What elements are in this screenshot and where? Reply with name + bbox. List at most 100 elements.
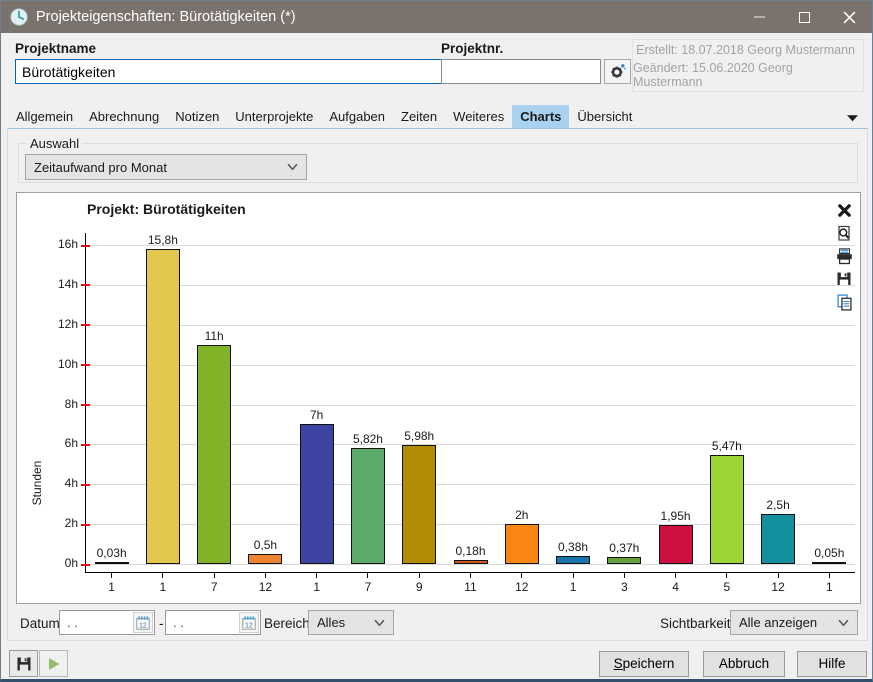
x-axis-tick: [624, 573, 625, 578]
app-clock-icon: [10, 8, 28, 26]
titlebar: Projekteigenschaften: Bürotätigkeiten (*…: [1, 1, 872, 33]
y-axis-label: 4h: [38, 476, 78, 490]
x-axis-label: 12: [502, 580, 542, 594]
x-axis-label: 5: [707, 580, 747, 594]
quick-save-button[interactable]: [9, 650, 38, 677]
speichern-button[interactable]: Speichern: [599, 651, 689, 677]
x-axis-label: 1: [143, 580, 183, 594]
y-axis-tick: [81, 364, 90, 366]
tab-unterprojekte[interactable]: Unterprojekte: [227, 105, 321, 128]
x-axis-label: 1: [553, 580, 593, 594]
tab-aufgaben[interactable]: Aufgaben: [321, 105, 393, 128]
y-axis-tick: [81, 324, 90, 326]
tab-charts[interactable]: Charts: [512, 105, 569, 128]
date-to-picker-button[interactable]: 12: [239, 612, 259, 633]
sichtbarkeit-select[interactable]: Alle anzeigen: [730, 610, 858, 635]
y-axis-label: 6h: [38, 436, 78, 450]
auswahl-legend: Auswahl: [27, 136, 82, 151]
tab-notizen[interactable]: Notizen: [167, 105, 227, 128]
minimize-button[interactable]: [737, 1, 782, 33]
bar-value-label: 11h: [186, 329, 242, 343]
svg-text:12: 12: [139, 622, 147, 629]
bar-value-label: 0,37h: [596, 541, 652, 555]
date-to-placeholder: . .: [173, 615, 184, 630]
bar-month-1-0: [95, 562, 129, 564]
date-from-input[interactable]: . . 12: [59, 610, 155, 635]
hilfe-button[interactable]: Hilfe: [797, 651, 867, 677]
sichtbarkeit-label: Sichtbarkeit: [660, 616, 731, 631]
bereich-label: Bereich: [264, 616, 310, 631]
y-axis-label: 0h: [38, 556, 78, 570]
bar-month-12-3: [248, 554, 282, 564]
x-axis-label: 11: [451, 580, 491, 594]
calendar-icon: 12: [242, 616, 256, 630]
tab-bar: AllgemeinAbrechnungNotizenUnterprojekteA…: [8, 105, 640, 128]
bar-month-7-5: [351, 448, 385, 564]
project-properties-dialog: Projekteigenschaften: Bürotätigkeiten (*…: [0, 0, 873, 682]
chart-title: Projekt: Bürotätigkeiten: [87, 201, 246, 217]
x-axis-tick: [265, 573, 266, 578]
maximize-icon: [799, 12, 810, 23]
date-range-separator: -: [159, 616, 164, 631]
bar-month-12-8: [505, 524, 539, 564]
x-axis-tick: [367, 573, 368, 578]
datum-label: Datum: [20, 616, 60, 631]
date-from-placeholder: . .: [67, 615, 78, 630]
chart-type-select[interactable]: Zeitaufwand pro Monat: [25, 154, 307, 180]
close-button[interactable]: [827, 1, 872, 33]
y-axis-label: 2h: [38, 516, 78, 530]
x-axis-tick: [214, 573, 215, 578]
abbruch-button[interactable]: Abbruch: [703, 651, 785, 677]
bar-month-1-4: [300, 424, 334, 564]
bar-month-7-2: [197, 345, 231, 564]
projektname-input[interactable]: [15, 59, 442, 84]
modified-info: Geändert: 15.06.2020 Georg Mustermann: [633, 61, 855, 89]
bar-month-1-14: [812, 562, 846, 564]
x-axis-label: 1: [809, 580, 849, 594]
tab-zeiten[interactable]: Zeiten: [393, 105, 445, 128]
y-axis-tick: [81, 404, 90, 406]
bereich-select[interactable]: Alles: [308, 610, 394, 635]
minimize-icon: [754, 16, 765, 18]
save-icon: [16, 656, 32, 672]
projektnr-input[interactable]: [441, 59, 601, 84]
x-axis-tick: [111, 573, 112, 578]
close-icon: [837, 203, 852, 218]
projektnr-label: Projektnr.: [441, 41, 503, 56]
x-axis-tick: [778, 573, 779, 578]
tab-übersicht[interactable]: Übersicht: [569, 105, 640, 128]
y-axis-tick: [81, 524, 90, 526]
maximize-button[interactable]: [782, 1, 827, 33]
window-title: Projekteigenschaften: Bürotätigkeiten (*…: [36, 9, 296, 25]
close-icon: [843, 11, 856, 24]
tab-overflow-button[interactable]: [847, 110, 858, 125]
x-axis-tick: [573, 573, 574, 578]
tab-allgemein[interactable]: Allgemein: [8, 105, 81, 128]
start-timer-button[interactable]: [39, 650, 68, 677]
bar-value-label: 0,18h: [443, 544, 499, 558]
date-from-picker-button[interactable]: 12: [133, 612, 153, 633]
bar-value-label: 5,82h: [340, 432, 396, 446]
chart-panel: Projekt: Bürotätigkeiten: [16, 192, 861, 604]
y-axis-label: 8h: [38, 397, 78, 411]
chart-close-button[interactable]: [835, 201, 853, 219]
x-axis-label: 1: [92, 580, 132, 594]
tab-abrechnung[interactable]: Abrechnung: [81, 105, 167, 128]
x-axis-tick: [470, 573, 471, 578]
bar-value-label: 7h: [289, 408, 345, 422]
svg-text:12: 12: [245, 622, 253, 629]
y-axis-label: 10h: [38, 357, 78, 371]
y-axis-tick: [81, 284, 90, 286]
date-to-input[interactable]: . . 12: [165, 610, 261, 635]
calendar-icon: 12: [136, 616, 150, 630]
bar-value-label: 5,98h: [391, 429, 447, 443]
x-axis-tick: [521, 573, 522, 578]
charts-tab-page: Auswahl Zeitaufwand pro Monat Projekt: B…: [7, 128, 868, 641]
x-axis-tick: [726, 573, 727, 578]
tab-weiteres[interactable]: Weiteres: [445, 105, 512, 128]
chart-type-selected-value: Zeitaufwand pro Monat: [34, 160, 167, 175]
x-axis-tick: [316, 573, 317, 578]
gridline: [86, 245, 855, 246]
x-axis-label: 3: [604, 580, 644, 594]
projektnr-settings-button[interactable]: [604, 59, 631, 84]
